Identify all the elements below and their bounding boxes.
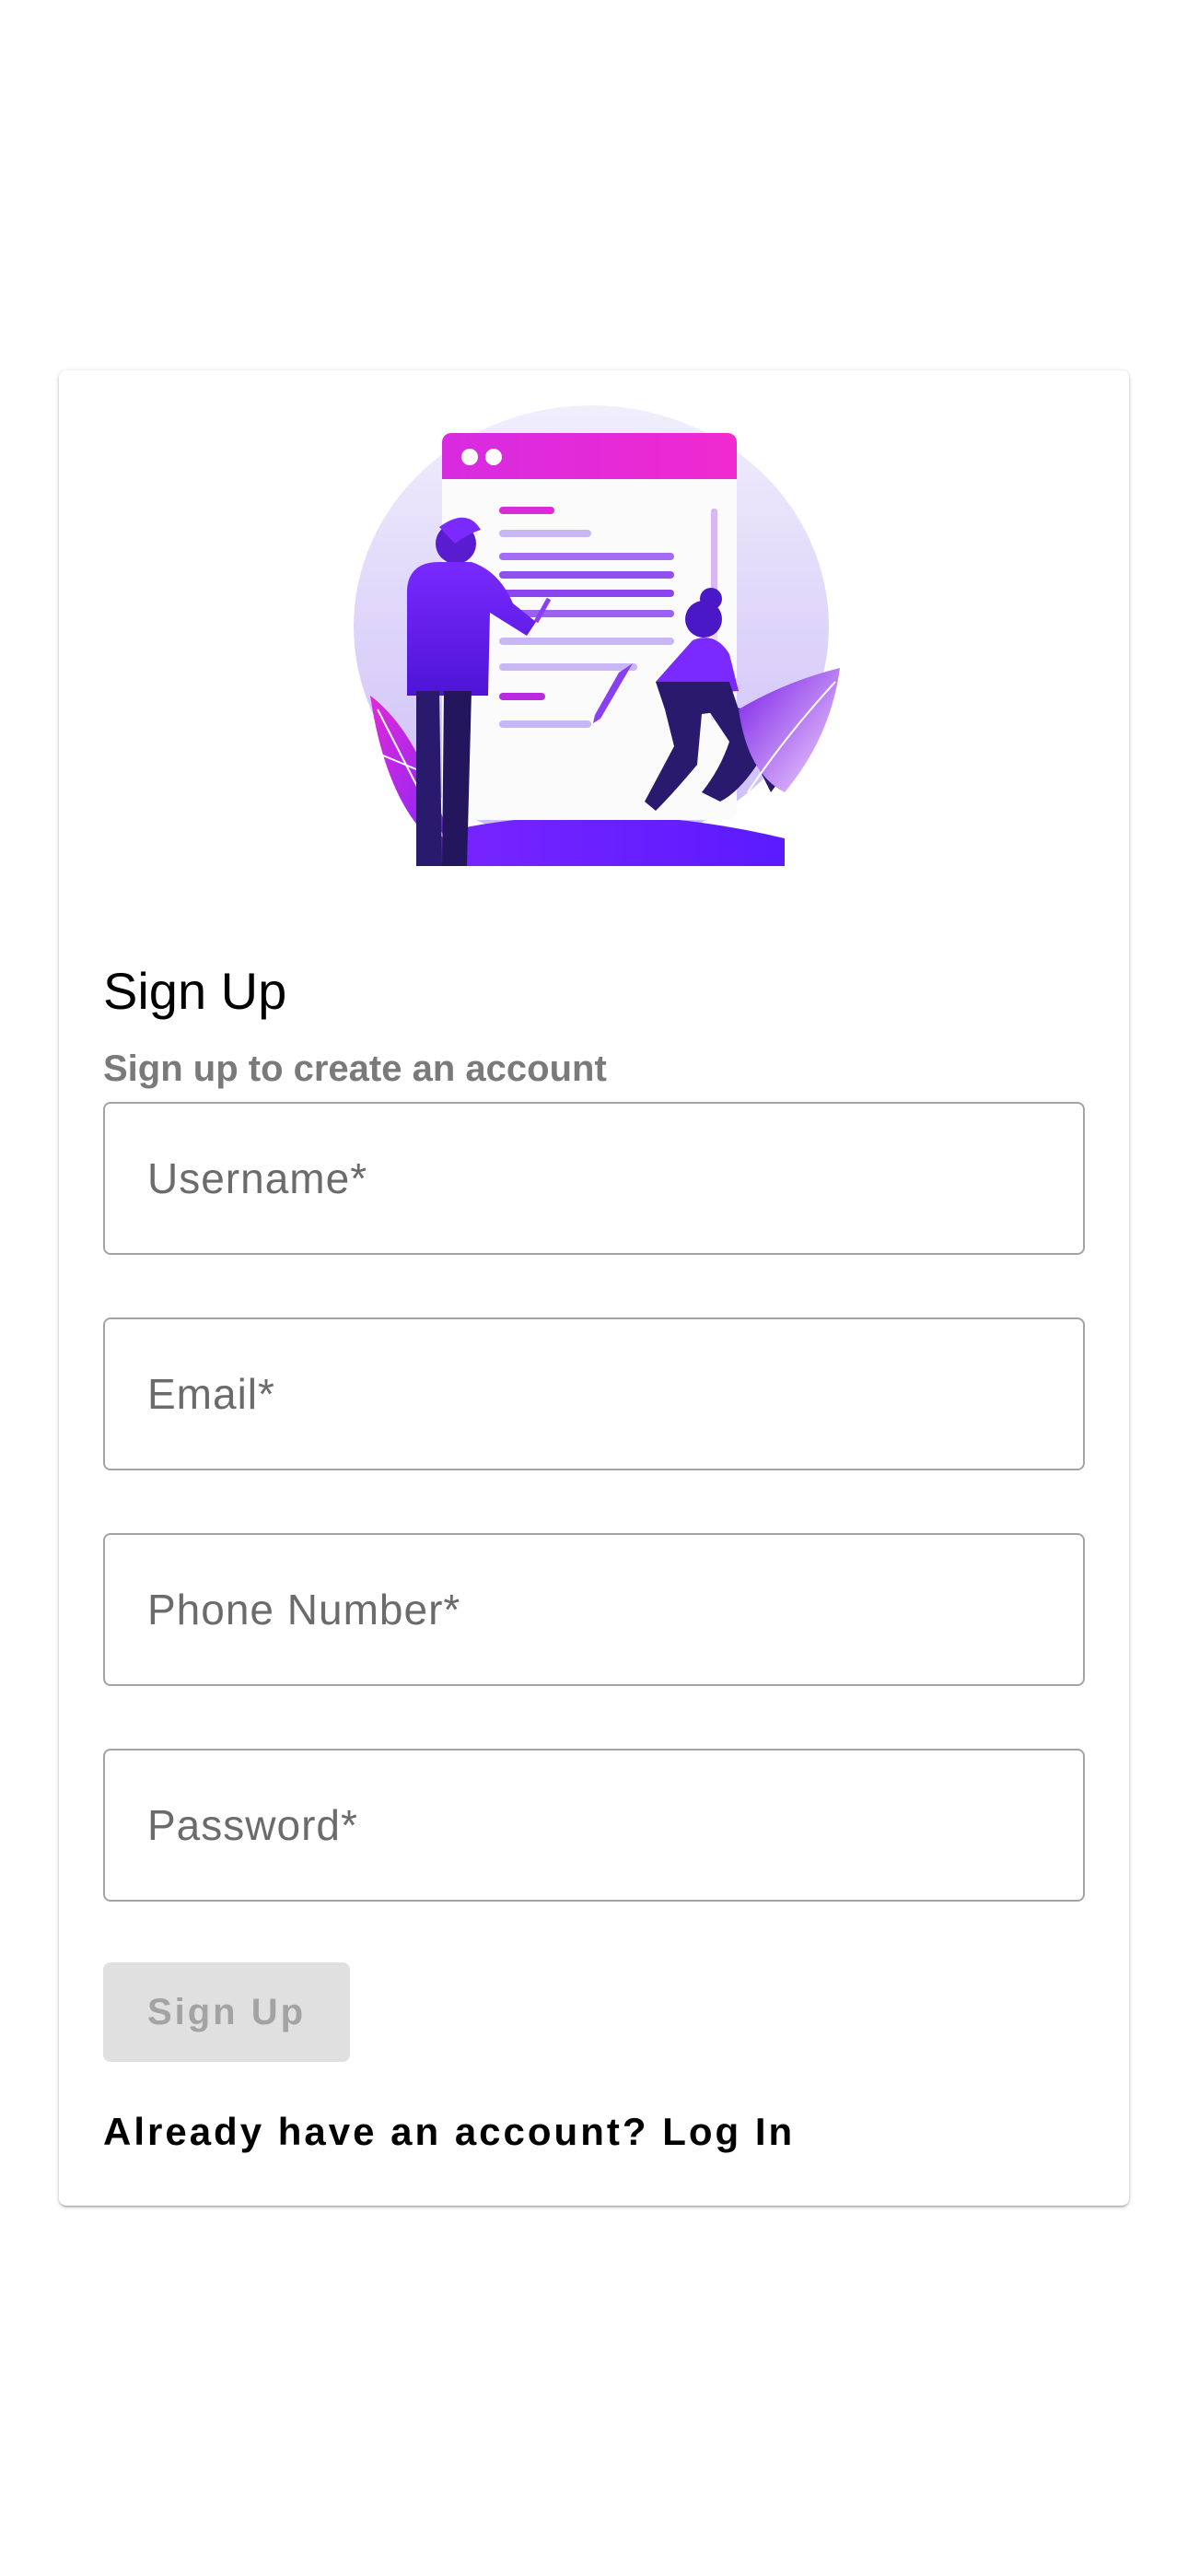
password-placeholder: Password* xyxy=(147,1801,358,1849)
phone-number-field[interactable]: Phone Number* xyxy=(103,1533,1085,1686)
signup-illustration xyxy=(352,405,868,866)
page-title: Sign Up xyxy=(103,962,287,1020)
signup-card: Sign Up Sign up to create an account Use… xyxy=(59,370,1129,2206)
username-placeholder: Username* xyxy=(147,1154,368,1202)
password-field[interactable]: Password* xyxy=(103,1749,1085,1902)
phone-number-placeholder: Phone Number* xyxy=(147,1586,461,1633)
email-field[interactable]: Email* xyxy=(103,1317,1085,1470)
log-in-link[interactable]: Log In xyxy=(662,2110,795,2153)
email-placeholder: Email* xyxy=(147,1370,275,1418)
username-field[interactable]: Username* xyxy=(103,1102,1085,1255)
login-prompt-text: Already have an account? xyxy=(103,2110,649,2153)
sign-up-button[interactable]: Sign Up xyxy=(103,1962,350,2062)
page-subtitle: Sign up to create an account xyxy=(103,1048,607,1089)
login-prompt: Already have an account? Log In xyxy=(103,2110,795,2154)
